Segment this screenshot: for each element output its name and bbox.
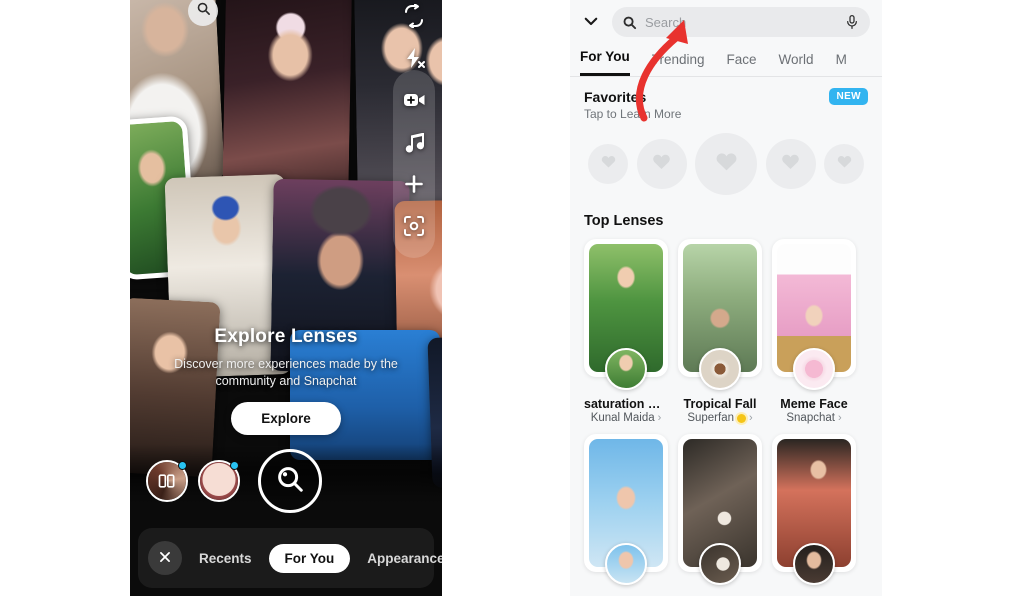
explore-button[interactable]: Explore [231,401,341,435]
new-dot-badge [178,461,187,470]
new-badge: NEW [829,88,868,105]
lens-card[interactable]: Tropical Fall Superfan › [678,239,762,424]
lens-avatar [793,543,835,585]
tab-for-you[interactable]: For You [580,49,630,76]
nav-tab-for-you[interactable]: For You [268,543,351,573]
lens-bottom-nav: Recents For You Appearance [138,528,442,588]
microphone-icon [844,15,860,33]
favorite-placeholder[interactable] [695,133,757,195]
lens-card-thumb [772,239,856,390]
lens-card-thumb [772,434,856,585]
microphone-button[interactable] [844,14,860,30]
favorite-placeholder[interactable] [765,139,816,189]
lens-thumb-face[interactable] [198,460,240,502]
favorite-placeholder[interactable] [588,144,628,184]
top-lenses-row-2 [570,424,882,585]
search-icon [622,15,637,30]
top-lenses-row-1: saturation n f... Kunal Maida › Tropical… [570,229,882,424]
search-input[interactable] [645,14,836,30]
lens-author-row[interactable]: Superfan › [678,412,762,424]
heart-icon [836,153,853,175]
lens-name: Meme Face [780,397,848,411]
lens-explorer-panel: For You Trending Face World M Favorites … [570,0,882,596]
favorites-section[interactable]: Favorites Tap to Learn More NEW [570,77,882,195]
music-note-icon[interactable] [402,130,426,154]
lens-card-thumb [678,239,762,390]
chevron-down-icon [582,12,600,33]
search-lens-icon [275,464,305,499]
lens-avatar [605,543,647,585]
category-tabs: For You Trending Face World M [570,43,882,77]
chevron-right-icon: › [749,412,753,424]
new-dot-badge [230,461,239,470]
search-lens-button[interactable] [258,449,322,513]
lens-card[interactable]: Meme Face Snapchat › [772,239,856,424]
tab-more[interactable]: M [836,52,847,76]
lens-card-thumb [584,434,668,585]
heart-icon [780,151,801,177]
close-icon [158,550,172,567]
lens-card-thumb [678,434,762,585]
camera-tool-rail [393,4,435,258]
favorites-placeholder-row [584,121,868,195]
lens-carousel [130,444,442,518]
top-lenses-title: Top Lenses [584,213,664,229]
search-icon [196,1,211,21]
search-box[interactable] [612,7,870,37]
cards-icon [157,471,177,491]
flip-camera-icon[interactable] [402,4,426,28]
lens-avatar [793,348,835,390]
search-row [570,0,882,43]
lens-author-name: Kunal Maida [590,412,655,424]
screenshot-root: Explore Lenses Discover more experiences… [0,0,1024,596]
heart-icon [714,149,739,179]
plus-icon[interactable] [402,172,426,196]
lens-card-thumb [584,239,668,390]
tab-face[interactable]: Face [727,52,757,76]
camera-add-icon[interactable] [402,88,426,112]
heart-icon [600,153,617,175]
favorite-placeholder[interactable] [636,139,687,189]
chevron-right-icon: › [837,412,842,424]
explore-title: Explore Lenses [214,326,358,347]
lens-avatar [699,543,741,585]
heart-icon [651,151,672,177]
favorites-subtitle: Tap to Learn More [584,107,682,121]
lens-thumb-cards[interactable] [146,460,188,502]
chevron-right-icon: › [657,412,662,424]
nav-tab-appearance[interactable]: Appearance [358,544,442,573]
lens-card[interactable] [772,434,856,585]
explore-subtitle: Discover more experiences made by the co… [174,357,398,388]
close-button[interactable] [148,541,182,575]
lens-author-name: Snapchat [786,412,835,424]
nav-tab-recents[interactable]: Recents [190,544,261,573]
lens-avatar [605,348,647,390]
lens-name: saturation n f... [584,397,668,411]
favorite-placeholder[interactable] [824,144,864,184]
lens-author-row[interactable]: Snapchat › [772,412,856,424]
lens-author-row[interactable]: Kunal Maida › [584,412,668,424]
flash-off-icon[interactable] [402,46,426,70]
chevron-down-button[interactable] [578,9,604,35]
lens-card[interactable]: saturation n f... Kunal Maida › [584,239,668,424]
lens-avatar [699,348,741,390]
scan-icon[interactable] [402,214,426,238]
left-phone-screen: Explore Lenses Discover more experiences… [130,0,442,596]
lens-author-name: Superfan [687,412,734,424]
sun-badge-icon [737,413,746,423]
tab-world[interactable]: World [779,52,814,76]
favorites-title: Favorites [584,89,647,105]
lens-name: Tropical Fall [683,397,757,411]
explore-lenses-overlay: Explore Lenses Discover more experiences… [130,326,442,436]
tab-trending[interactable]: Trending [652,52,705,76]
lens-card[interactable] [678,434,762,585]
lens-card[interactable] [584,434,668,585]
